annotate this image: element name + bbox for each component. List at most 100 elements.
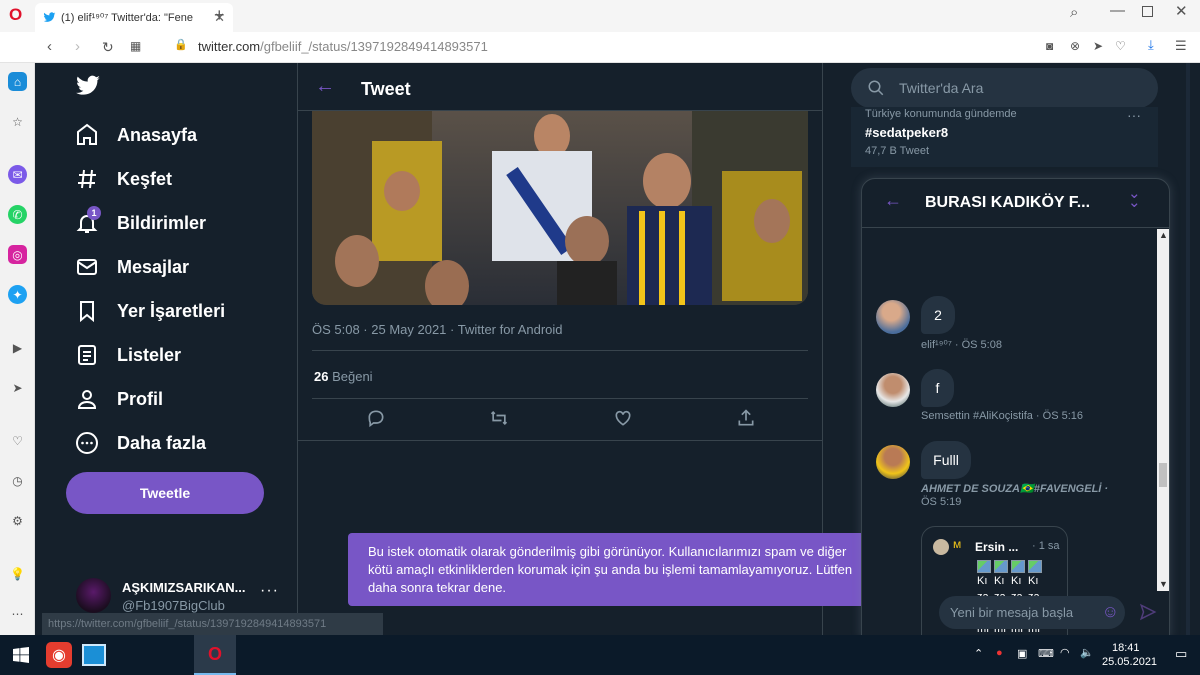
avatar-semsettin[interactable] <box>876 373 910 407</box>
search-icon <box>868 80 884 96</box>
list-icon <box>78 345 96 365</box>
scroll-thumb[interactable] <box>1159 463 1167 487</box>
tray-icon-2[interactable]: ▣ <box>1017 647 1027 660</box>
notifications-icon[interactable]: ▭ <box>1175 646 1187 662</box>
retweet-icon[interactable] <box>489 408 509 428</box>
clock-date[interactable]: 25.05.2021 <box>1102 656 1157 668</box>
message-bubble[interactable]: Fulll <box>921 441 971 479</box>
trend-more-icon[interactable]: ··· <box>1127 107 1141 123</box>
history-sidebar-icon[interactable]: ◷ <box>8 471 27 490</box>
home-sidebar-icon[interactable]: ⌂ <box>8 72 27 91</box>
dm-collapse-icon[interactable]: ⌄ ⌄ <box>1128 186 1141 210</box>
status-bar-url: https://twitter.com/gfbeliif_/status/139… <box>42 613 383 635</box>
wifi-icon[interactable]: ◠ <box>1060 646 1070 659</box>
more-icon <box>76 432 98 454</box>
settings-sidebar-icon[interactable]: ⚙ <box>8 511 27 530</box>
tab-search-icon[interactable]: ⌕ <box>1070 5 1078 20</box>
clock-time[interactable]: 18:41 <box>1112 642 1140 654</box>
url-text[interactable]: twitter.com/gfbeliif_/status/13971928494… <box>198 39 488 54</box>
tray-icon-1[interactable]: ● <box>996 647 1003 659</box>
heart-icon[interactable]: ♡ <box>1115 40 1126 52</box>
nav-bookmarks[interactable]: Yer İşaretleri <box>75 299 225 323</box>
app-icon-1[interactable]: ◉ <box>46 642 72 668</box>
message-sender: AHMET DE SOUZA🇧🇷#FAVENGELİ · <box>921 483 1109 495</box>
whatsapp-icon[interactable]: ✆ <box>8 205 27 224</box>
app-icon-2[interactable] <box>82 644 106 666</box>
feed-sidebar-icon[interactable]: ☆ <box>8 112 27 131</box>
scroll-up-arrow[interactable]: ▲ <box>1159 230 1168 240</box>
alt-text: Kı <box>1011 575 1022 587</box>
opera-taskbar-icon[interactable]: O <box>194 635 236 675</box>
divider-1 <box>312 350 808 351</box>
search-box[interactable]: Twitter'da Ara <box>851 68 1158 108</box>
tips-sidebar-icon[interactable]: 💡 <box>8 564 27 583</box>
back-arrow-icon[interactable]: ← <box>315 75 335 98</box>
keyboard-icon[interactable]: ⌨ <box>1038 647 1054 660</box>
trend-count: 47,7 B Tweet <box>865 145 930 157</box>
new-tab-button[interactable]: + <box>214 5 225 26</box>
avatar-ahmet[interactable] <box>876 445 910 479</box>
send-icon[interactable]: ➤ <box>1093 40 1103 52</box>
nav-explore[interactable]: Keşfet <box>75 167 172 191</box>
nav-messages[interactable]: Mesajlar <box>75 255 189 279</box>
tray-chevron-icon[interactable]: ⌃ <box>974 647 983 660</box>
nav-more[interactable]: Daha fazla <box>75 431 206 455</box>
send-message-icon[interactable] <box>1139 603 1157 621</box>
maximize-button[interactable] <box>1142 6 1153 17</box>
camera-icon[interactable]: ◙ <box>1046 40 1053 52</box>
tweet-timestamp[interactable]: ÖS 5:08 · 25 May 2021 · Twitter for Andr… <box>312 322 563 337</box>
player-icon[interactable]: ▶ <box>8 338 27 357</box>
account-switcher[interactable]: AŞKIMIZSARIKAN... @Fb1907BigClub ··· <box>76 578 286 614</box>
avatar-elif[interactable] <box>876 300 910 334</box>
twitter-sidebar-icon[interactable]: ✦ <box>8 285 27 304</box>
message-input-placeholder: Yeni bir mesaja başla <box>950 605 1074 620</box>
like-icon[interactable] <box>613 408 633 428</box>
nav-home[interactable]: Anasayfa <box>75 123 197 147</box>
share-icon[interactable] <box>736 408 756 428</box>
browser-tab[interactable]: (1) elif¹⁹⁰⁷ Twitter'da: "Fene ✕ <box>35 3 233 32</box>
message-bubble[interactable]: 2 <box>921 296 955 334</box>
trend-item[interactable]: Türkiye konumunda gündemde #sedatpeker8 … <box>851 107 1158 167</box>
instagram-icon[interactable]: ◎ <box>8 245 27 264</box>
easy-setup-icon[interactable]: ☰ <box>1175 39 1187 52</box>
trend-context: Türkiye konumunda gündemde <box>865 108 1017 120</box>
messenger-icon[interactable]: ✉ <box>8 165 27 184</box>
nav-notifications[interactable]: 1 Bildirimler <box>75 206 206 235</box>
nav-lists[interactable]: Listeler <box>75 343 181 367</box>
tweet-actions <box>312 408 808 430</box>
likes-stat[interactable]: 26 Beğeni <box>314 369 373 384</box>
volume-icon[interactable]: 🔈 <box>1080 646 1094 659</box>
dm-back-icon[interactable]: ← <box>884 190 902 211</box>
close-window-button[interactable]: ✕ <box>1175 4 1188 19</box>
nav-profile[interactable]: Profil <box>75 387 163 411</box>
favorites-sidebar-icon[interactable]: ♡ <box>8 431 27 450</box>
dm-scrollbar[interactable]: ▲ ▼ <box>1157 229 1169 591</box>
message-time: ÖS 5:19 <box>921 496 962 508</box>
bookmark-icon <box>80 301 94 323</box>
speed-dial-icon[interactable]: ▦ <box>130 40 141 52</box>
tweet-button[interactable]: Tweetle <box>66 472 264 514</box>
reload-icon[interactable]: ↻ <box>102 40 114 54</box>
twitter-logo-icon[interactable] <box>75 75 101 97</box>
adblock-icon[interactable]: ⊗ <box>1070 40 1080 52</box>
forward-icon[interactable]: › <box>75 39 80 54</box>
reply-icon[interactable] <box>366 408 386 428</box>
opera-menu-icon[interactable]: O <box>9 5 22 25</box>
dm-title[interactable]: BURASI KADIKÖY F... <box>925 194 1090 212</box>
windows-start-icon[interactable] <box>13 647 29 663</box>
tweet-photo[interactable] <box>312 111 808 305</box>
emoji-icon[interactable]: ☺ <box>1102 602 1119 622</box>
page-scrollbar[interactable] <box>1186 63 1190 635</box>
send-sidebar-icon[interactable]: ➤ <box>8 378 27 397</box>
message-bubble[interactable]: f <box>921 369 954 407</box>
dm-header-divider <box>862 227 1169 228</box>
scroll-down-arrow[interactable]: ▼ <box>1159 579 1168 589</box>
minimize-button[interactable]: — <box>1110 3 1125 18</box>
download-icon[interactable]: ⤓ <box>1148 38 1154 51</box>
twitter-page: Anasayfa Keşfet 1 Bildirimler Mesajlar Y… <box>35 63 1190 635</box>
message-input[interactable]: Yeni bir mesaja başla ☺ <box>939 596 1125 629</box>
back-icon[interactable]: ‹ <box>47 39 52 54</box>
more-sidebar-icon[interactable]: ⋯ <box>8 604 27 623</box>
notification-badge: 1 <box>87 206 101 220</box>
account-more-icon[interactable]: ··· <box>260 582 279 600</box>
